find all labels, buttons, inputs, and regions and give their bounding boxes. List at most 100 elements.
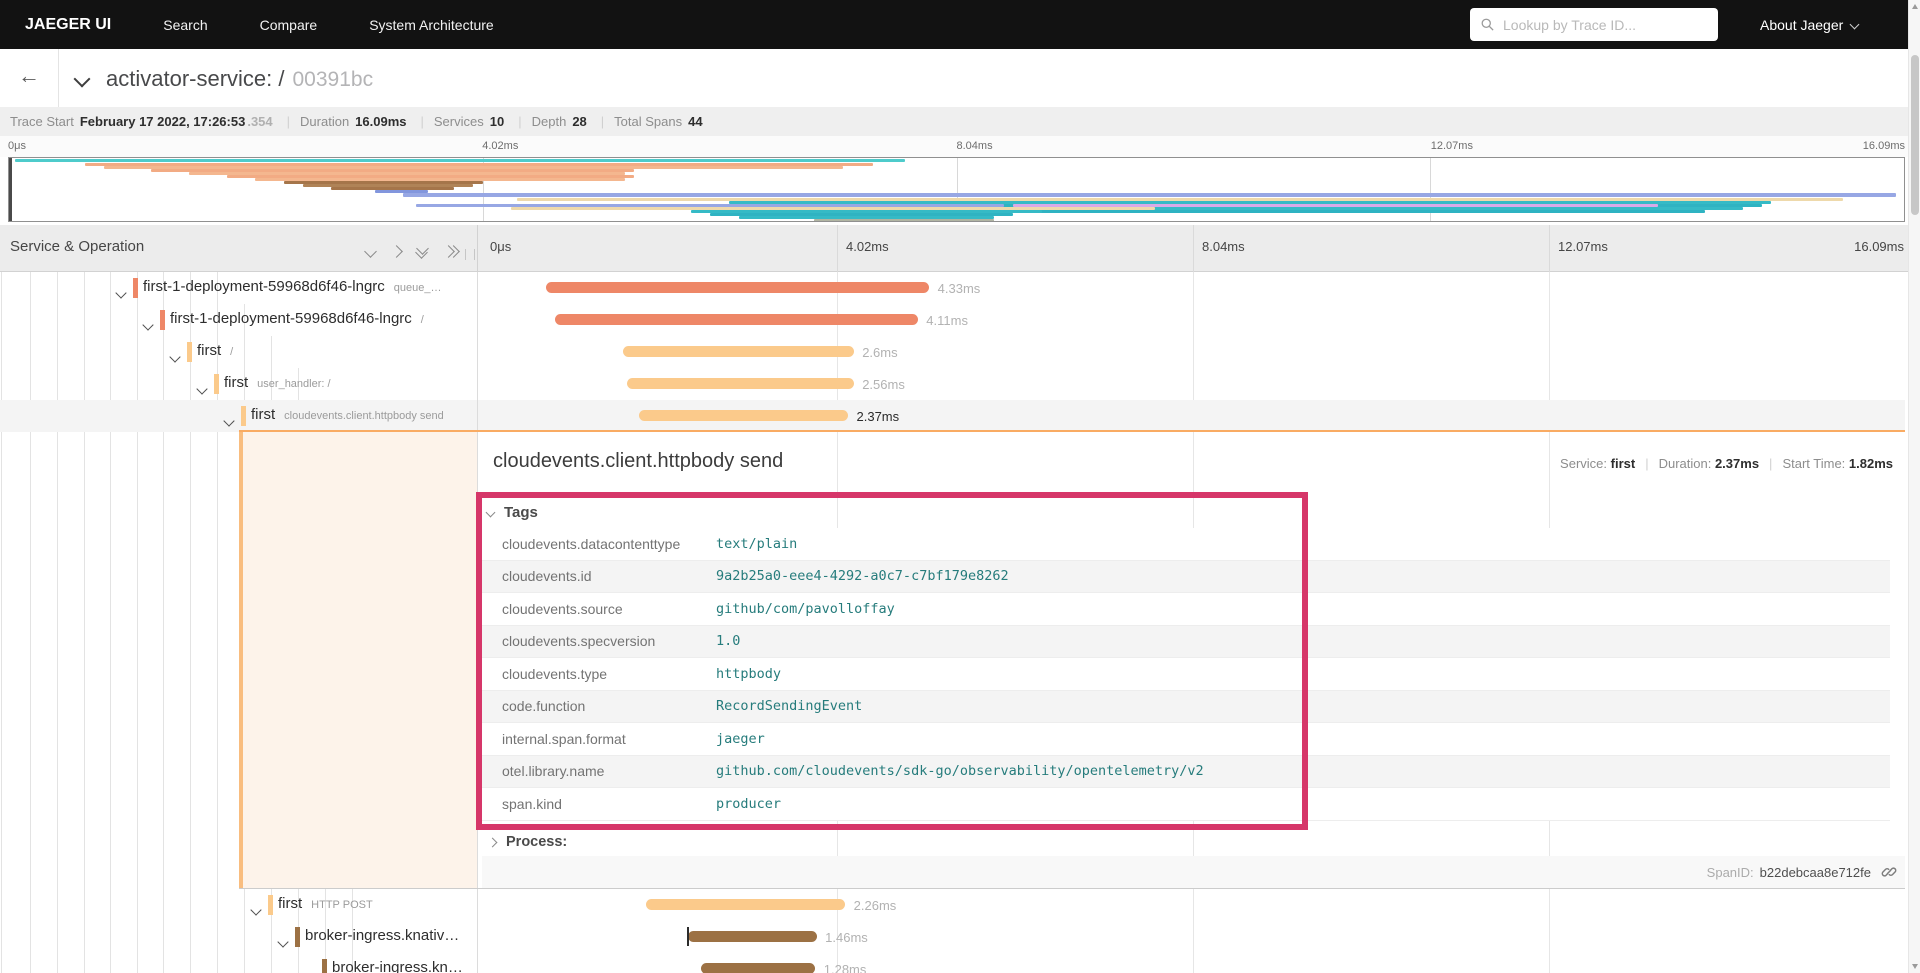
- tag-row[interactable]: internal.span.format jaeger: [482, 723, 1890, 756]
- process-section-toggle[interactable]: Process:: [487, 834, 567, 850]
- span-duration-label: 4.11ms: [926, 313, 968, 328]
- span-duration-label: 2.6ms: [862, 345, 898, 360]
- span-operation-name: /: [420, 314, 424, 326]
- chevron-right-icon: [487, 837, 498, 847]
- span-duration-bar[interactable]: [554, 314, 918, 325]
- chevron-down-icon: [169, 351, 181, 363]
- collapse-chevron-icon[interactable]: [169, 348, 181, 366]
- chevron-down-icon: [196, 383, 208, 395]
- tags-section-toggle[interactable]: Tags: [485, 504, 538, 521]
- span-row[interactable]: broker-ingress.kn… 1.28ms: [0, 953, 1905, 973]
- tag-row[interactable]: cloudevents.datacontenttype text/plain: [482, 528, 1890, 561]
- span-name-cell[interactable]: first cloudevents.client.httpbody send: [0, 400, 477, 432]
- tag-key: span.kind: [502, 795, 562, 812]
- span-service-name: first HTTP POST: [278, 895, 373, 912]
- tag-key: otel.library.name: [502, 763, 605, 780]
- link-icon[interactable]: [1881, 864, 1897, 880]
- tag-key: cloudevents.type: [502, 665, 608, 682]
- span-name-cell[interactable]: first-1-deployment-59968d6f46-lngrc /: [0, 304, 477, 336]
- span-color-strip: [268, 895, 273, 915]
- span-name-cell[interactable]: first-1-deployment-59968d6f46-lngrc queue…: [0, 272, 477, 304]
- span-duration-label: 4.33ms: [937, 281, 981, 296]
- span-duration-bar[interactable]: [622, 346, 854, 357]
- span-row[interactable]: broker-ingress.knativ… 1.46ms: [0, 921, 1905, 953]
- collapse-chevron-icon[interactable]: [196, 380, 208, 398]
- span-timeline-cell[interactable]: 2.26ms: [482, 889, 1906, 921]
- detail-meta-label: Service:: [1560, 456, 1611, 471]
- span-service-name: broker-ingress.kn…: [332, 959, 463, 973]
- span-row[interactable]: first HTTP POST 2.26ms: [0, 889, 1905, 921]
- span-color-strip: [241, 406, 246, 426]
- span-duration-label: 2.56ms: [862, 377, 905, 392]
- tag-row[interactable]: cloudevents.source github/com/pavolloffay: [482, 593, 1890, 626]
- span-name-cell[interactable]: broker-ingress.knativ…: [0, 921, 477, 953]
- span-row[interactable]: first-1-deployment-59968d6f46-lngrc queue…: [0, 272, 1905, 304]
- detail-meta-label: Start Time:: [1782, 456, 1849, 471]
- span-name-cell[interactable]: first /: [0, 336, 477, 368]
- tags-table: cloudevents.datacontenttype text/plain clo…: [482, 528, 1890, 821]
- span-timeline-cell[interactable]: 1.46ms: [482, 921, 1906, 953]
- detail-meta-value: first: [1610, 456, 1636, 471]
- span-name-cell[interactable]: broker-ingress.kn…: [0, 953, 477, 973]
- span-name-cell[interactable]: first user_handler: /: [0, 368, 477, 400]
- chevron-down-icon: [304, 968, 316, 973]
- detail-meta-value: 2.37ms: [1714, 456, 1760, 471]
- span-id-footer: SpanID: b22debcaa8e712fe: [482, 856, 1905, 888]
- span-duration-bar[interactable]: [546, 282, 930, 293]
- span-color-strip: [187, 342, 192, 362]
- tag-value: httpbody: [716, 665, 782, 682]
- scroll-down-arrow-icon[interactable]: [1912, 964, 1918, 969]
- jaeger-trace-page: JAEGER UI Search Compare System Architectu…: [0, 0, 1920, 973]
- span-duration-bar[interactable]: [687, 927, 817, 946]
- span-duration-bar[interactable]: [627, 378, 854, 389]
- collapse-chevron-icon[interactable]: [250, 901, 262, 919]
- span-row[interactable]: first cloudevents.client.httpbody send 2.3…: [0, 400, 1905, 432]
- span-color-strip: [322, 959, 327, 973]
- span-duration-bar[interactable]: [645, 899, 846, 910]
- tag-row[interactable]: cloudevents.specversion 1.0: [482, 625, 1890, 658]
- span-id-label: SpanID:: [1706, 864, 1754, 880]
- tag-key: cloudevents.specversion: [502, 633, 656, 650]
- tag-value: 9a2b25a0-eee4-4292-a0c7-c7bf179e8262: [716, 568, 1009, 585]
- collapse-chevron-icon[interactable]: [142, 316, 154, 334]
- span-row[interactable]: first-1-deployment-59968d6f46-lngrc/4.11…: [0, 304, 1905, 336]
- chevron-down-icon: [223, 415, 235, 427]
- span-timeline-cell[interactable]: 4.33ms: [482, 272, 1906, 304]
- collapse-chevron-icon[interactable]: [277, 933, 289, 951]
- span-detail-title: cloudevents.client.httpbody send: [493, 450, 784, 472]
- span-color-strip: [133, 278, 138, 298]
- span-operation-name: queue_…: [393, 282, 442, 294]
- span-timeline-cell[interactable]: 2.37ms: [482, 400, 1906, 432]
- chevron-down-icon: [115, 287, 127, 299]
- span-name-cell[interactable]: first HTTP POST: [0, 889, 477, 921]
- span-service-name: broker-ingress.knativ…: [305, 927, 460, 944]
- scroll-up-arrow-icon[interactable]: [1912, 4, 1918, 9]
- tag-value: github/com/pavolloffay: [716, 600, 895, 617]
- span-service-name: first user_handler: /: [224, 374, 331, 391]
- span-row[interactable]: first user_handler: / 2.56ms: [0, 368, 1905, 400]
- tag-row[interactable]: otel.library.name github.com/cloudevents/…: [482, 755, 1890, 788]
- span-timeline-cell[interactable]: 2.6ms: [482, 336, 1906, 368]
- vertical-scrollbar[interactable]: [1908, 0, 1920, 973]
- chevron-down-icon: [485, 507, 496, 518]
- tag-row[interactable]: cloudevents.id 9a2b25a0-eee4-4292-a0c7-c7…: [482, 560, 1890, 593]
- tag-row[interactable]: code.function RecordSendingEvent: [482, 690, 1890, 723]
- tag-value: 1.0: [716, 633, 741, 650]
- detail-meta-label: Duration:: [1658, 456, 1715, 471]
- tag-row[interactable]: span.kind producer: [482, 788, 1890, 821]
- span-service-name: first-1-deployment-59968d6f46-lngrc queue…: [143, 278, 442, 295]
- collapse-chevron-icon[interactable]: [304, 965, 316, 973]
- collapse-chevron-icon[interactable]: [223, 412, 235, 430]
- tag-key: internal.span.format: [502, 730, 626, 747]
- span-duration-bar[interactable]: [701, 963, 816, 973]
- detail-meta-item: Service: first: [1560, 456, 1635, 471]
- span-duration-bar[interactable]: [638, 410, 848, 421]
- span-timeline-cell[interactable]: 2.56ms: [482, 368, 1906, 400]
- collapse-chevron-icon[interactable]: [115, 284, 127, 302]
- span-row[interactable]: first/2.6ms: [0, 336, 1905, 368]
- span-operation-name: HTTP POST: [311, 899, 373, 911]
- scrollbar-thumb[interactable]: [1911, 55, 1919, 215]
- span-timeline-cell[interactable]: 1.28ms: [482, 953, 1906, 973]
- span-timeline-cell[interactable]: 4.11ms: [482, 304, 1906, 336]
- tag-row[interactable]: cloudevents.type httpbody: [482, 658, 1890, 691]
